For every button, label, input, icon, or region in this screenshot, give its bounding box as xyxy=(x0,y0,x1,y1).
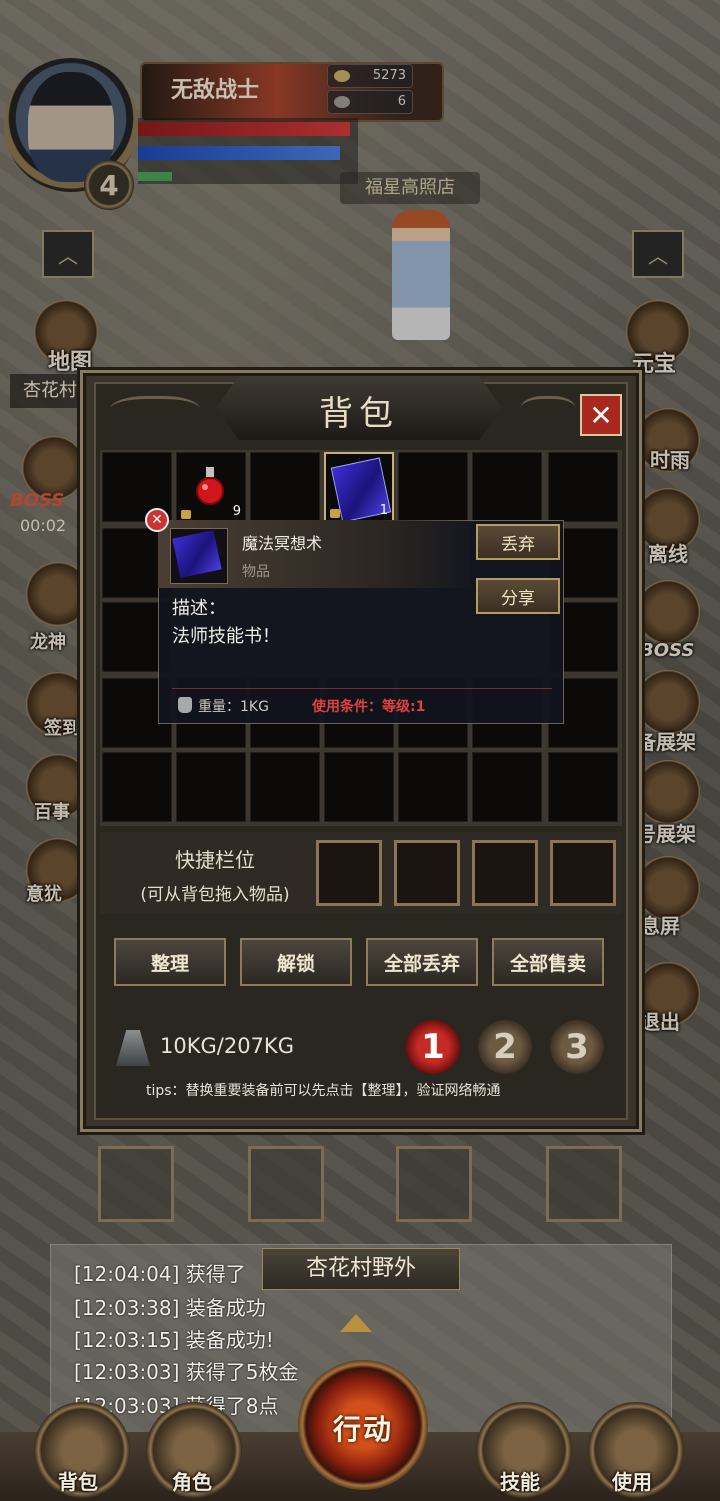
quick-slot[interactable] xyxy=(472,840,538,906)
sell-all-button[interactable]: 全部售卖 xyxy=(492,938,604,986)
sort-button[interactable]: 整理 xyxy=(114,938,226,986)
unlock-button[interactable]: 解锁 xyxy=(240,938,352,986)
expand-up-icon[interactable] xyxy=(340,1314,372,1332)
item-count: 9 xyxy=(232,504,241,519)
skill-slot[interactable] xyxy=(248,1146,324,1222)
title-flourish-left xyxy=(110,396,200,429)
skill-slot[interactable] xyxy=(396,1146,472,1222)
inventory-slot[interactable] xyxy=(250,752,320,822)
quick-slot-title: 快捷栏位 xyxy=(175,848,255,872)
skill-slot[interactable] xyxy=(546,1146,622,1222)
skill-slot[interactable] xyxy=(98,1146,174,1222)
location-label: 杏花村野外 xyxy=(262,1248,460,1290)
log-line: [12:03:38] 装备成功 xyxy=(74,1296,266,1320)
tooltip-description: 法师技能书！ xyxy=(172,626,280,647)
share-button[interactable]: 分享 xyxy=(476,578,560,614)
discard-all-button[interactable]: 全部丢弃 xyxy=(366,938,478,986)
tooltip-weight: 重量：1KG xyxy=(198,699,269,715)
lock-icon xyxy=(330,509,340,518)
inventory-slot[interactable] xyxy=(324,752,394,822)
page-3-button[interactable]: 3 xyxy=(550,1020,604,1074)
tooltip-item-type: 物品 xyxy=(242,564,270,580)
bag-tips: tips：替换重要装备前可以先点击【整理】，验证网络畅通 xyxy=(146,1083,501,1099)
skill-nav-label: 技能 xyxy=(500,1470,540,1494)
role-nav-label: 角色 xyxy=(172,1470,212,1494)
bag-nav-label: 背包 xyxy=(58,1470,98,1494)
page-1-button[interactable]: 1 xyxy=(406,1020,460,1074)
bag-title: 背包 xyxy=(319,394,399,434)
tooltip-close-icon[interactable]: ✕ xyxy=(145,508,169,532)
close-bag-button[interactable]: ✕ xyxy=(580,394,622,436)
action-label: 行动 xyxy=(332,1413,393,1446)
quick-slot[interactable] xyxy=(316,840,382,906)
tooltip-desc-label: 描述： xyxy=(172,598,226,619)
log-line: [12:04:04] 获得了 xyxy=(74,1262,246,1286)
inventory-slot[interactable] xyxy=(102,752,172,822)
inventory-slot[interactable] xyxy=(548,752,618,822)
inventory-slot[interactable] xyxy=(472,752,542,822)
inventory-slot-skill-book[interactable]: 1 xyxy=(324,452,394,523)
inventory-slot[interactable] xyxy=(398,752,468,822)
skill-book-icon xyxy=(172,530,222,578)
inventory-slot[interactable] xyxy=(176,752,246,822)
log-line: [12:03:03] 获得了5枚金 xyxy=(74,1360,299,1384)
inventory-slot[interactable] xyxy=(398,452,468,522)
quick-slot[interactable] xyxy=(550,840,616,906)
title-flourish-right xyxy=(520,396,576,429)
red-potion-icon xyxy=(196,467,224,505)
item-count: 1 xyxy=(379,503,388,518)
inventory-slot-potion[interactable]: 9 xyxy=(176,452,246,522)
bag-weight: 10KG/207KG xyxy=(160,1034,294,1058)
inventory-slot[interactable] xyxy=(250,452,320,522)
quick-slot-hint: (可从背包拖入物品) xyxy=(140,885,290,905)
weight-icon xyxy=(178,697,192,713)
log-line: [12:03:15] 装备成功! xyxy=(74,1328,274,1352)
inventory-slot[interactable] xyxy=(548,452,618,522)
use-nav-label: 使用 xyxy=(612,1470,652,1494)
tooltip-requirement: 使用条件：等级:1 xyxy=(312,699,426,715)
quick-slot[interactable] xyxy=(394,840,460,906)
discard-button[interactable]: 丢弃 xyxy=(476,524,560,560)
tooltip-divider xyxy=(172,688,552,689)
page-2-button[interactable]: 2 xyxy=(478,1020,532,1074)
tooltip-item-name: 魔法冥想术 xyxy=(242,534,323,553)
inventory-slot[interactable] xyxy=(472,452,542,522)
lock-icon xyxy=(181,510,191,519)
